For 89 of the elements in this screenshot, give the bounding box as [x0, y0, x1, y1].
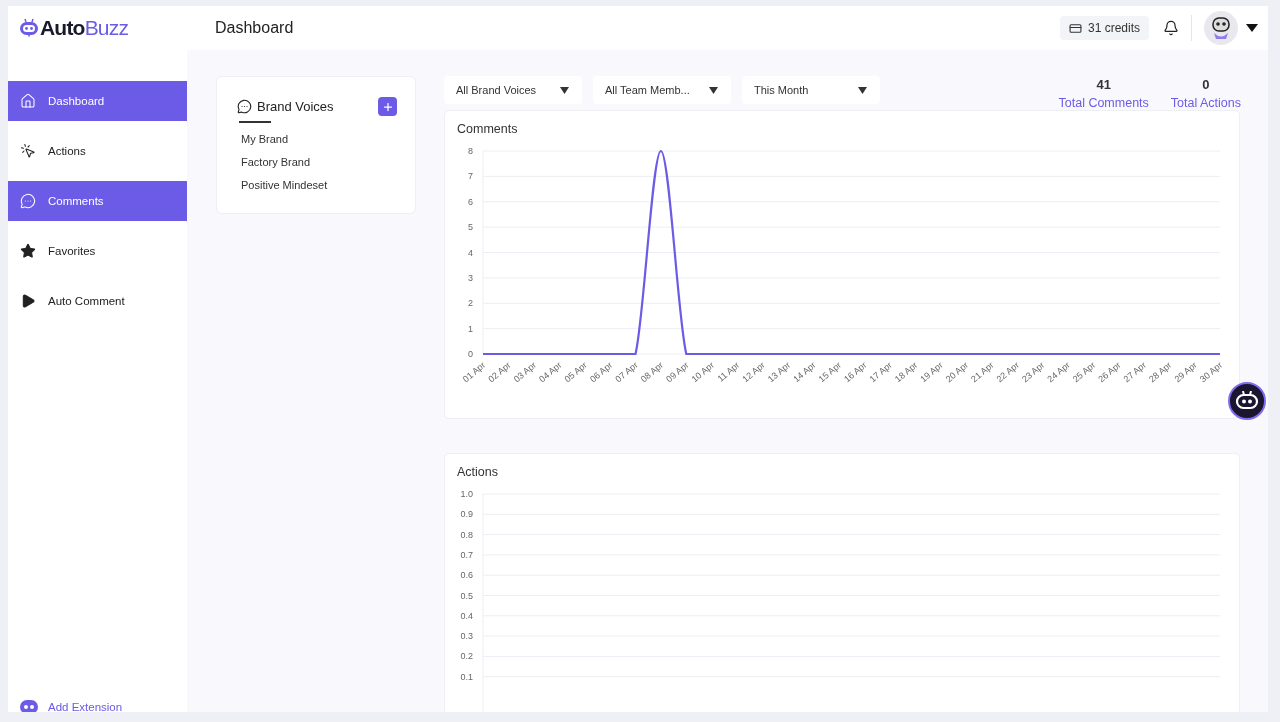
- axis-tick-label: 04 Apr: [537, 359, 564, 385]
- add-extension-link[interactable]: Add Extension: [48, 701, 123, 712]
- sidebar-item[interactable]: Comments: [8, 181, 187, 221]
- pointer-click-icon: [20, 143, 36, 159]
- stat-label: Total Comments: [1058, 96, 1149, 110]
- axis-tick-label: 8: [468, 146, 473, 156]
- axis-tick-label: 0.3: [460, 631, 473, 642]
- star-icon: [20, 243, 36, 259]
- sidebar-item[interactable]: Favorites: [8, 231, 187, 271]
- axis-tick-label: 29 Apr: [1172, 359, 1199, 385]
- axis-tick-label: 17 Apr: [867, 359, 894, 385]
- axis-tick-label: 0.6: [460, 570, 473, 581]
- caret-icon[interactable]: [1246, 23, 1258, 33]
- axis-tick-label: 15 Apr: [816, 359, 844, 385]
- axis-tick-label: 0.7: [460, 549, 473, 560]
- sidebar-item[interactable]: Auto Comment: [8, 281, 187, 321]
- axis-tick-label: 24 Apr: [1045, 359, 1072, 385]
- play-icon: [20, 293, 36, 309]
- axis-tick-label: 0.8: [460, 529, 473, 540]
- axis-tick-label: 06 Apr: [588, 359, 615, 385]
- axis-tick-label: 11 Apr: [715, 359, 742, 384]
- brand-voice-item[interactable]: Positive Mindeset: [241, 179, 397, 191]
- axis-tick-label: 14 Apr: [791, 359, 818, 385]
- filter-dropdown[interactable]: All Team Memb...: [593, 76, 731, 104]
- chat-bubble-icon: [20, 193, 36, 209]
- axis-tick-label: 12 Apr: [740, 359, 767, 385]
- axis-tick-label: 0: [468, 349, 473, 359]
- axis-tick-label: 07 Apr: [613, 359, 640, 385]
- axis-tick-label: 25 Apr: [1070, 359, 1098, 385]
- card-icon: [1068, 21, 1082, 35]
- stat-value: 0: [1202, 77, 1210, 92]
- brand-voices-title: Brand Voices: [257, 99, 334, 114]
- brand-voice-item[interactable]: My Brand: [241, 133, 397, 145]
- axis-tick-label: 23 Apr: [1020, 359, 1047, 385]
- caret-icon: [560, 86, 569, 94]
- axis-tick-label: 19 Apr: [918, 359, 945, 385]
- axis-tick-label: 13 Apr: [765, 359, 793, 385]
- chart-title: Comments: [457, 122, 519, 136]
- logo-text: AutoBuzz: [40, 16, 129, 40]
- axis-tick-label: 2: [468, 298, 473, 309]
- robot-avatar[interactable]: [1204, 11, 1238, 45]
- chatbot-button[interactable]: [1228, 382, 1266, 420]
- axis-tick-label: 30 Apr: [1197, 359, 1225, 385]
- caret-icon: [709, 86, 718, 94]
- axis-tick-label: 28 Apr: [1147, 359, 1174, 385]
- add-button[interactable]: [378, 97, 397, 116]
- plus-icon: [381, 100, 394, 113]
- chart-title: Actions: [457, 465, 499, 479]
- axis-tick-label: 03 Apr: [511, 359, 539, 385]
- credits-badge[interactable]: 31 credits: [1059, 16, 1149, 40]
- robot-icon: [1235, 391, 1259, 411]
- axis-tick-label: 0.9: [460, 509, 473, 520]
- axis-tick-label: 4: [468, 247, 473, 258]
- axis-tick-label: 3: [468, 272, 473, 283]
- bell-icon[interactable]: [1163, 20, 1179, 36]
- axis-tick-label: 18 Apr: [892, 359, 920, 385]
- page-title: Dashboard: [215, 19, 295, 37]
- axis-tick-label: 27 Apr: [1121, 359, 1149, 385]
- axis-tick-label: 21 Apr: [969, 359, 996, 385]
- axis-tick-label: 7: [468, 171, 473, 182]
- axis-tick-label: 0.5: [460, 590, 473, 601]
- axis-tick-label: 16 Apr: [842, 359, 869, 385]
- sidebar-item[interactable]: Actions: [8, 131, 187, 171]
- axis-tick-label: 5: [468, 222, 473, 233]
- caret-icon: [858, 86, 867, 94]
- axis-tick-label: 0.2: [460, 651, 473, 662]
- axis-tick-label: 08 Apr: [638, 359, 666, 385]
- axis-tick-label: 1: [468, 323, 473, 334]
- brand-voice-item[interactable]: Factory Brand: [241, 156, 397, 168]
- axis-tick-label: 0.4: [460, 610, 473, 621]
- filter-dropdown[interactable]: All Brand Voices: [444, 76, 582, 104]
- axis-tick-label: 0.1: [460, 671, 473, 682]
- axis-tick-label: 1.0: [460, 489, 473, 499]
- axis-tick-label: 02 Apr: [486, 359, 513, 385]
- sidebar-item[interactable]: Dashboard: [8, 81, 187, 121]
- axis-tick-label: 05 Apr: [562, 359, 589, 385]
- axis-tick-label: 6: [468, 196, 473, 207]
- axis-tick-label: 09 Apr: [664, 359, 691, 385]
- axis-tick-label: 01 Apr: [460, 359, 488, 385]
- axis-tick-label: 10 Apr: [689, 359, 716, 385]
- stat-label: Total Actions: [1170, 96, 1241, 110]
- filter-dropdown[interactable]: This Month: [742, 76, 880, 104]
- stat-value: 41: [1096, 77, 1111, 92]
- axis-tick-label: 26 Apr: [1096, 359, 1123, 385]
- home-icon: [20, 93, 36, 109]
- robot-logo-icon: [19, 18, 39, 38]
- chat-bubble-icon: [237, 99, 252, 114]
- axis-tick-label: 20 Apr: [943, 359, 971, 385]
- axis-tick-label: 22 Apr: [994, 359, 1021, 385]
